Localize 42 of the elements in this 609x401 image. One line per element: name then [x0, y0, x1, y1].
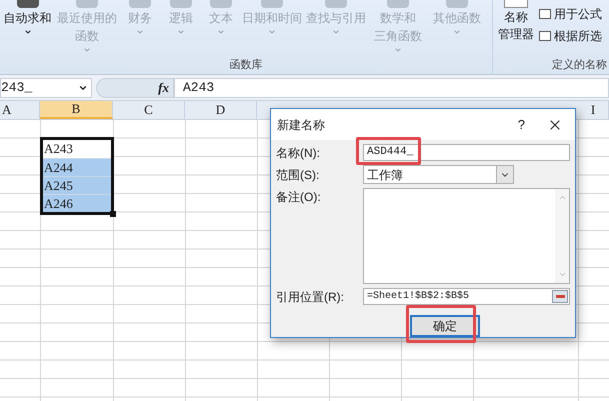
- caret-icon: [217, 28, 225, 36]
- help-button[interactable]: ?: [518, 114, 525, 134]
- reference-field[interactable]: =Sheet1!$B$2:$B$5: [363, 288, 570, 305]
- window-title: 新建名称: [277, 116, 325, 134]
- column-header[interactable]: I: [578, 101, 609, 119]
- caret-icon: [136, 28, 144, 36]
- group-label: 定义的名称: [551, 58, 608, 73]
- column-header[interactable]: B: [40, 101, 113, 119]
- group-label: 函数库: [228, 58, 264, 73]
- fill-handle[interactable]: [110, 211, 116, 217]
- scroll-down-icon: [558, 270, 566, 279]
- ok-button[interactable]: 确定: [410, 315, 480, 337]
- scope-dropdown[interactable]: 工作簿: [363, 165, 514, 184]
- collapse-dialog-icon[interactable]: [552, 290, 568, 303]
- ribbon-button[interactable]: 自动求和: [0, 0, 55, 57]
- name-field[interactable]: ASD444_: [363, 144, 570, 161]
- highlight-frame: [406, 305, 476, 343]
- formula-field[interactable]: A243: [174, 78, 609, 98]
- caret-icon: [453, 28, 461, 36]
- caret-icon: [332, 28, 340, 36]
- ribbon-item[interactable]: 根据所选: [539, 27, 602, 45]
- table-cell: A246: [43, 194, 111, 212]
- field-label: 引用位置(R):: [276, 288, 345, 306]
- field-label: 范围(S):: [276, 166, 320, 184]
- ribbon-item[interactable]: 用于公式: [539, 5, 602, 23]
- column-header[interactable]: C: [113, 101, 185, 119]
- caret-icon: [83, 46, 91, 54]
- name-box[interactable]: 243_: [0, 78, 92, 98]
- table-cell: A244: [43, 158, 111, 176]
- highlight-frame: [356, 137, 421, 165]
- caret-icon: [24, 28, 32, 36]
- insert-function-button[interactable]: fx: [158, 78, 169, 98]
- field-label: 名称(N):: [276, 144, 321, 162]
- scroll-up-icon: [558, 193, 566, 202]
- name-manager-button[interactable]: 名称 管理器: [493, 0, 539, 57]
- caret-icon: [177, 28, 185, 36]
- column-header[interactable]: D: [185, 101, 257, 119]
- field-label: 备注(O):: [276, 189, 322, 206]
- caret-icon: [394, 46, 402, 54]
- comment-field[interactable]: [363, 188, 570, 284]
- table-cell: A245: [43, 176, 111, 194]
- caret-icon: [268, 28, 276, 36]
